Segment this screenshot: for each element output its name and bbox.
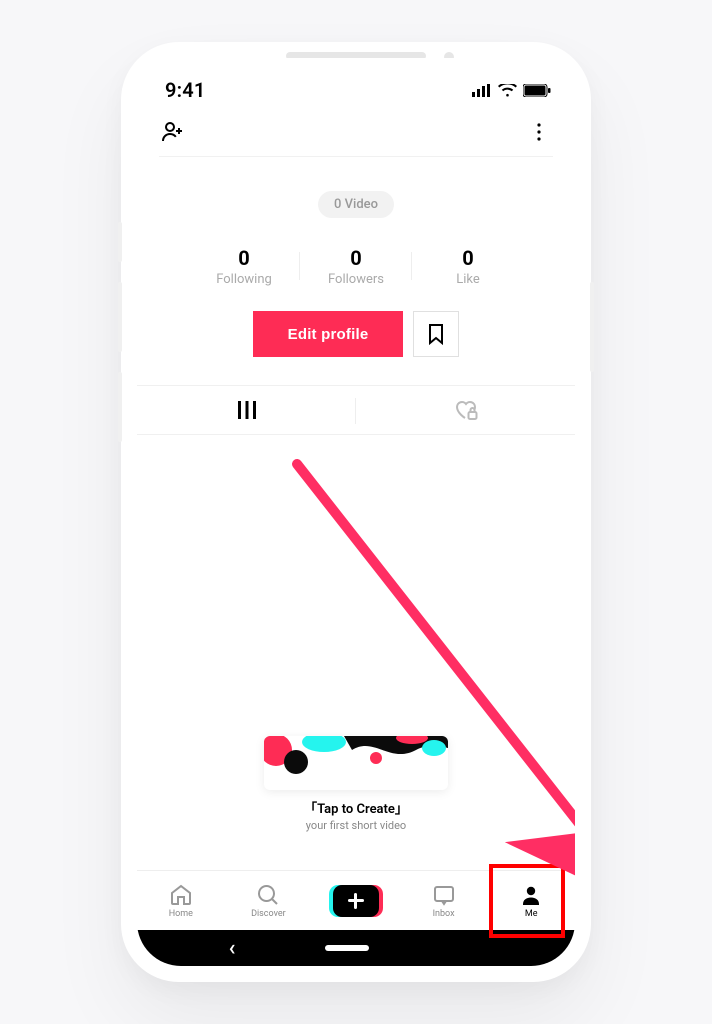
profile-tabs [137, 385, 575, 435]
heart-lock-icon [454, 399, 478, 421]
phone-side-button [590, 282, 594, 372]
stat-value: 0 [412, 246, 524, 270]
phone-side-button [118, 372, 122, 442]
system-back-button[interactable] [229, 936, 236, 961]
nav-discover[interactable]: Discover [225, 883, 313, 919]
more-menu-button[interactable] [525, 118, 553, 146]
plus-icon [333, 885, 379, 917]
kebab-icon [529, 122, 549, 142]
home-icon [169, 883, 193, 907]
add-friend-button[interactable] [159, 118, 187, 146]
phone-side-button [118, 222, 122, 262]
nav-label: Me [525, 909, 538, 919]
nav-label: Discover [251, 909, 286, 919]
phone-frame: 9:41 [121, 42, 591, 982]
battery-icon [523, 84, 551, 97]
nav-home[interactable]: Home [137, 883, 225, 919]
system-home-indicator[interactable] [325, 945, 369, 951]
wifi-icon [498, 84, 517, 97]
stat-followers[interactable]: 0 Followers [300, 246, 412, 287]
stat-label: Following [188, 272, 300, 287]
status-time: 9:41 [165, 78, 206, 102]
tab-liked[interactable] [356, 386, 575, 434]
nav-label: Home [169, 909, 193, 919]
android-system-nav [137, 930, 575, 966]
tap-to-create-card[interactable]: 「Tap to Create」 your first short video [264, 736, 448, 832]
stat-label: Like [412, 272, 524, 287]
stat-following[interactable]: 0 Following [188, 246, 300, 287]
grid-icon [237, 401, 257, 419]
top-bar [137, 108, 575, 156]
status-bar: 9:41 [137, 58, 575, 108]
stat-value: 0 [188, 246, 300, 270]
search-icon [256, 883, 280, 907]
tab-feed[interactable] [137, 386, 356, 434]
bookmark-button[interactable] [413, 311, 459, 357]
phone-side-button [118, 282, 122, 352]
profile-section: 0 Video 0 Following 0 Followers 0 Like [137, 157, 575, 357]
bookmark-icon [426, 323, 446, 345]
bottom-nav: Home Discover Inbox [137, 870, 575, 930]
app-screen: 9:41 [137, 58, 575, 966]
nav-label: Inbox [433, 909, 455, 919]
stat-label: Followers [300, 272, 412, 287]
nav-me[interactable]: Me [487, 883, 575, 919]
nav-inbox[interactable]: Inbox [400, 883, 488, 919]
stat-value: 0 [300, 246, 412, 270]
create-card-subtitle: your first short video [264, 819, 448, 832]
person-add-icon [161, 120, 185, 144]
inbox-icon [432, 883, 456, 907]
status-icons [472, 84, 551, 97]
video-count-badge: 0 Video [318, 191, 394, 218]
cellular-icon [472, 84, 492, 97]
profile-icon [519, 883, 543, 907]
stat-like[interactable]: 0 Like [412, 246, 524, 287]
create-card-art [264, 736, 448, 790]
nav-create[interactable] [312, 885, 400, 917]
create-card-title: 「Tap to Create」 [264, 798, 448, 817]
edit-profile-button[interactable]: Edit profile [253, 311, 403, 357]
